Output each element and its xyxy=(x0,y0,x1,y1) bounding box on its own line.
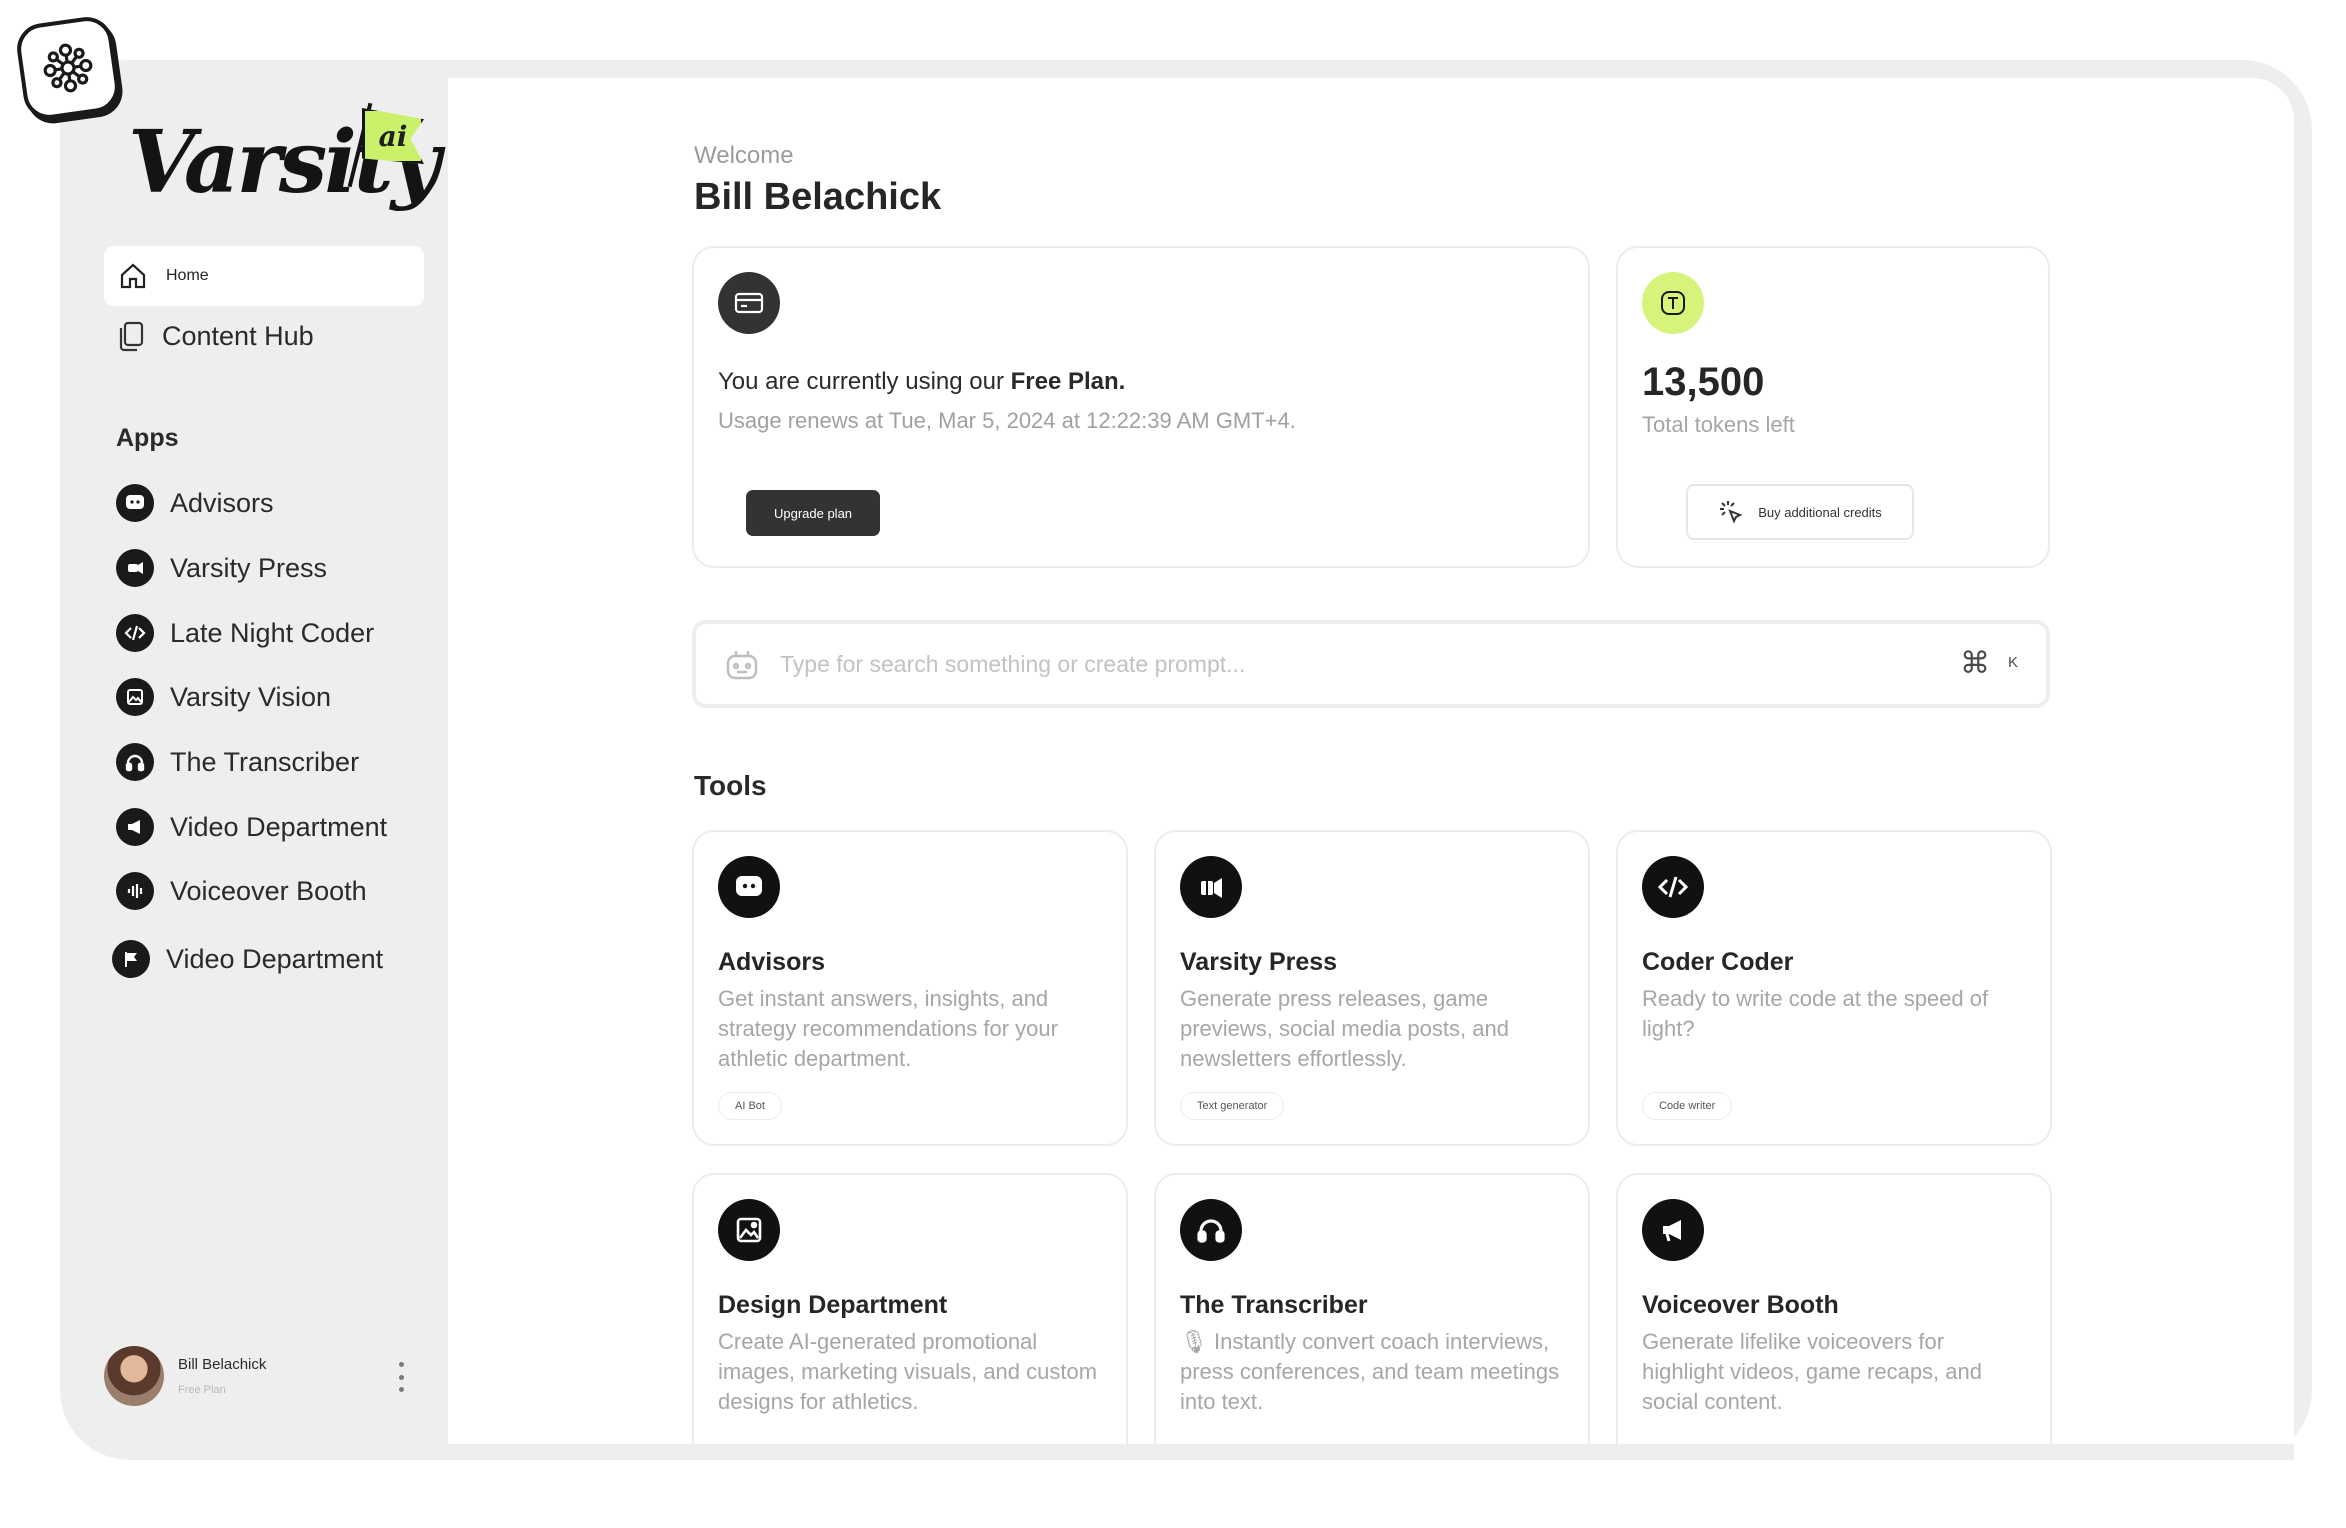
plan-name: Free Plan. xyxy=(1010,368,1126,395)
upgrade-plan-button[interactable]: Upgrade plan xyxy=(746,490,880,536)
buy-credits-label: Buy additional credits xyxy=(1758,504,1882,520)
tokens-count: 13,500 xyxy=(1642,360,1765,404)
sidebar-item-home[interactable]: Home xyxy=(104,246,424,306)
welcome-label: Welcome xyxy=(694,142,794,169)
image-icon xyxy=(718,1199,780,1261)
tool-description: Ready to write code at the speed of ligh… xyxy=(1642,986,1989,1041)
home-icon xyxy=(120,263,146,289)
tool-title: Coder Coder xyxy=(1642,948,1794,976)
plan-card: You are currently using our Free Plan. U… xyxy=(692,246,1590,568)
more-options-icon[interactable] xyxy=(398,1362,404,1392)
sidebar-item-video-department[interactable]: Video Department xyxy=(116,808,387,846)
sidebar-item-label: The Transcriber xyxy=(170,746,360,777)
sidebar-item-the-transcriber[interactable]: The Transcriber xyxy=(116,743,359,781)
cursor-click-icon xyxy=(1720,501,1743,524)
tool-title: Design Department xyxy=(718,1291,948,1319)
tool-description: Generate press releases, game previews, … xyxy=(1180,986,1509,1071)
press-icon xyxy=(116,549,154,587)
user-plan: Free Plan xyxy=(178,1384,226,1396)
search-input[interactable] xyxy=(780,642,1880,686)
shortcut-key: K xyxy=(2008,654,2019,671)
tool-card-voiceover-booth[interactable]: Voiceover Booth Generate lifelike voiceo… xyxy=(1616,1173,2052,1489)
avatar xyxy=(104,1346,164,1406)
code-icon xyxy=(1642,856,1704,918)
chat-icon xyxy=(718,856,780,918)
user-name: Bill Belachick xyxy=(178,1356,267,1373)
megaphone-icon xyxy=(116,808,154,846)
network-node-icon xyxy=(13,13,123,123)
sidebar-item-content-hub[interactable]: Content Hub xyxy=(116,320,314,352)
prompt-search-bar[interactable]: ⌘ K xyxy=(692,620,2050,708)
brand-logo[interactable]: Varsity ai xyxy=(124,100,441,230)
sidebar-item-label: Content Hub xyxy=(162,320,314,351)
apps-heading: Apps xyxy=(116,424,179,452)
plan-status-text: You are currently using our Free Plan. xyxy=(718,368,1125,396)
plan-renewal-text: Usage renews at Tue, Mar 5, 2024 at 12:2… xyxy=(718,408,1296,433)
page-margin-bottom xyxy=(0,1460,2346,1528)
chat-icon xyxy=(116,484,154,522)
flag-icon xyxy=(112,940,150,978)
image-icon xyxy=(116,678,154,716)
command-key-icon: ⌘ xyxy=(1960,647,1990,680)
tool-title: Varsity Press xyxy=(1180,948,1338,976)
headphones-icon xyxy=(1180,1199,1242,1261)
tool-title: Advisors xyxy=(718,948,825,976)
sidebar-item-video-department-2[interactable]: Video Department xyxy=(112,940,383,978)
tool-title: Voiceover Booth xyxy=(1642,1291,1839,1319)
tool-description: 🎙 Instantly convert coach interviews, pr… xyxy=(1180,1329,1560,1414)
tool-card-advisors[interactable]: Advisors Get instant answers, insights, … xyxy=(692,830,1128,1146)
sidebar-item-label: Varsity Press xyxy=(170,552,328,583)
tool-tag: Code writer xyxy=(1642,1092,1733,1120)
tool-title: The Transcriber xyxy=(1180,1291,1368,1319)
robot-icon xyxy=(726,651,758,680)
sidebar-item-label: Video Department xyxy=(166,943,384,974)
tool-card-varsity-press[interactable]: Varsity Press Generate press releases, g… xyxy=(1154,830,1590,1146)
tokens-label: Total tokens left xyxy=(1642,412,1795,437)
user-profile[interactable]: Bill Belachick Free Plan xyxy=(104,1346,424,1412)
tool-description: Get instant answers, insights, and strat… xyxy=(718,986,1058,1071)
buy-credits-button[interactable]: Buy additional credits xyxy=(1686,484,1914,540)
page-title: Bill Belachick xyxy=(694,176,942,218)
sidebar-item-label: Video Department xyxy=(170,811,388,842)
waveform-icon xyxy=(116,872,154,910)
tool-description: Create AI-generated promotional images, … xyxy=(718,1329,1098,1414)
credit-card-icon xyxy=(718,272,780,334)
sidebar-item-varsity-press[interactable]: Varsity Press xyxy=(116,549,327,587)
tool-tag: AI Bot xyxy=(718,1092,782,1120)
frame-bottom-edge xyxy=(448,1444,2294,1460)
documents-icon xyxy=(119,321,144,352)
tool-card-coder-coder[interactable]: Coder Coder Ready to write code at the s… xyxy=(1616,830,2052,1146)
tool-card-the-transcriber[interactable]: The Transcriber 🎙 Instantly convert coac… xyxy=(1154,1173,1590,1489)
press-icon xyxy=(1180,856,1242,918)
tool-description: Generate lifelike voiceovers for highlig… xyxy=(1642,1329,1982,1414)
sidebar-item-voiceover-booth[interactable]: Voiceover Booth xyxy=(116,872,367,910)
sidebar-item-label: Voiceover Booth xyxy=(170,875,367,906)
sidebar-item-label: Late Night Coder xyxy=(170,617,375,648)
sidebar-item-label: Varsity Vision xyxy=(170,681,332,712)
sidebar-item-label: Home xyxy=(166,267,209,284)
megaphone-icon xyxy=(1642,1199,1704,1261)
sidebar-item-label: Advisors xyxy=(170,487,274,518)
sidebar-item-advisors[interactable]: Advisors xyxy=(116,484,274,522)
tools-heading: Tools xyxy=(694,770,767,801)
tool-card-design-department[interactable]: Design Department Create AI-generated pr… xyxy=(692,1173,1128,1489)
sidebar-item-late-night-coder[interactable]: Late Night Coder xyxy=(116,614,374,652)
sidebar-item-varsity-vision[interactable]: Varsity Vision xyxy=(116,678,331,716)
tool-tag: Text generator xyxy=(1180,1092,1285,1120)
plan-status-prefix: You are currently using our xyxy=(718,368,1011,395)
headphones-icon xyxy=(116,743,154,781)
tokens-card: 13,500 Total tokens left Buy additional … xyxy=(1616,246,2050,568)
code-icon xyxy=(116,614,154,652)
token-icon xyxy=(1642,272,1704,334)
